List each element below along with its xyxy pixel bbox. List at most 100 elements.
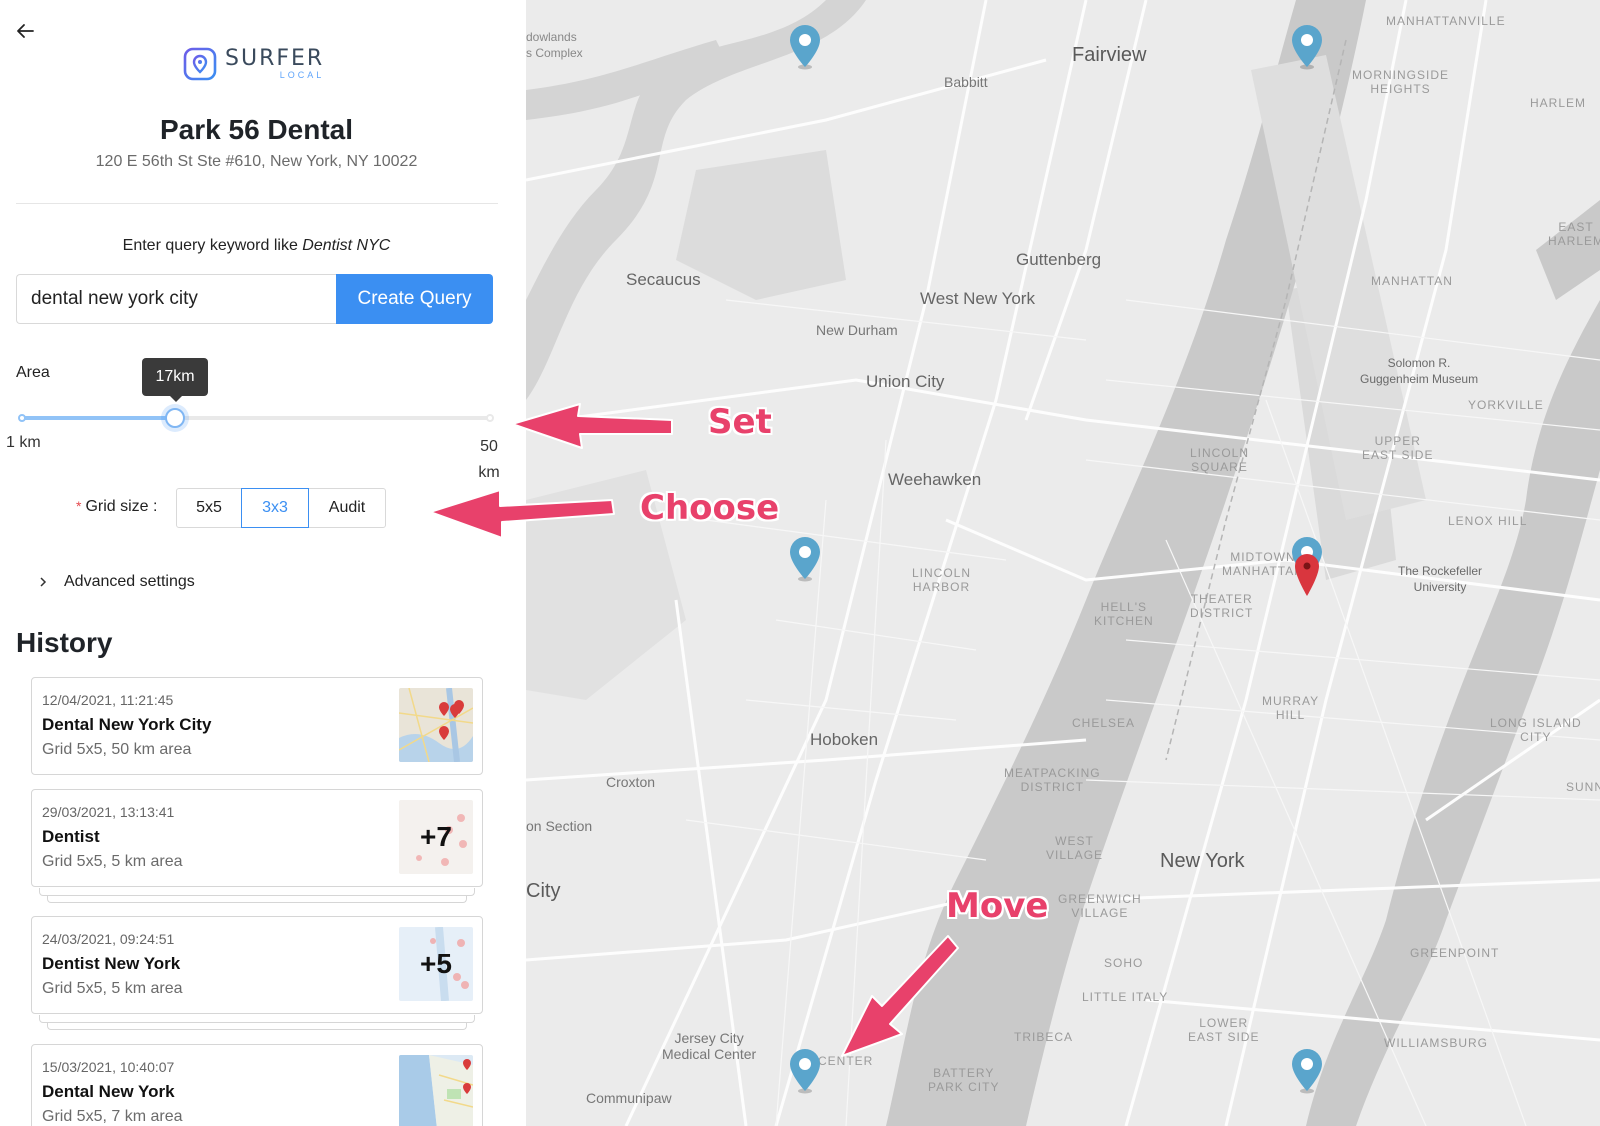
area-slider-fill bbox=[22, 416, 175, 420]
map-label: HARLEM bbox=[1530, 96, 1587, 110]
query-hint-example: Dentist NYC bbox=[302, 237, 391, 254]
map-label: BATTERY PARK CITY bbox=[928, 1066, 1000, 1095]
divider bbox=[16, 203, 498, 204]
slider-min-dot bbox=[18, 414, 26, 422]
map-label: Communipaw bbox=[586, 1090, 672, 1106]
map-label: HELL'S KITCHEN bbox=[1094, 600, 1154, 629]
surfer-local-logo: SURFER LOCAL bbox=[183, 44, 324, 84]
map-label: Croxton bbox=[606, 774, 656, 790]
map-thumbnail bbox=[399, 688, 473, 762]
grid-size-selector: 5x5 3x3 Audit bbox=[176, 488, 386, 528]
grid-size-label-text: Grid size : bbox=[85, 498, 158, 515]
map-label: dowlands s Complex bbox=[526, 30, 583, 60]
map-label: New York bbox=[1160, 850, 1245, 872]
grid-point-pin-icon[interactable] bbox=[788, 24, 822, 70]
map-label: The Rockefeller University bbox=[1398, 564, 1483, 594]
annotation-set: Set bbox=[708, 402, 772, 442]
history-card-stack bbox=[39, 888, 475, 896]
history-subtitle: Grid 5x5, 5 km area bbox=[42, 980, 183, 997]
history-title-text: Dentist New York bbox=[42, 954, 181, 973]
map-thumbnail: +5 bbox=[399, 927, 473, 1001]
query-hint: Enter query keyword like Dentist NYC bbox=[0, 237, 513, 255]
map-label: THEATER DISTRICT bbox=[1190, 592, 1254, 621]
history-card[interactable]: 24/03/2021, 09:24:51 Dentist New York Gr… bbox=[31, 916, 483, 1014]
history-title-text: Dental New York bbox=[42, 1082, 175, 1101]
query-hint-prefix: Enter query keyword like bbox=[122, 237, 303, 254]
sidebar: SURFER LOCAL Park 56 Dental 120 E 56th S… bbox=[0, 0, 526, 1126]
history-card-stack bbox=[47, 895, 467, 903]
map-label: West New York bbox=[920, 289, 1035, 308]
grid-point-pin-icon[interactable] bbox=[788, 536, 822, 582]
map-label: on Section bbox=[526, 818, 593, 834]
back-arrow-icon[interactable] bbox=[14, 20, 36, 42]
map-label: MANHATTANVILLE bbox=[1386, 14, 1506, 28]
required-asterisk: * bbox=[76, 498, 82, 514]
history-subtitle: Grid 5x5, 50 km area bbox=[42, 741, 192, 758]
history-extra-count: +7 bbox=[420, 821, 452, 852]
map-label: LONG ISLAND CITY bbox=[1490, 716, 1582, 745]
chevron-right-icon bbox=[40, 577, 47, 587]
area-slider-handle[interactable] bbox=[164, 408, 185, 428]
slider-min-label: 1 km bbox=[6, 434, 41, 451]
logo-sub: LOCAL bbox=[279, 70, 325, 80]
history-subtitle: Grid 5x5, 7 km area bbox=[42, 1108, 183, 1125]
map-label: Solomon R. Guggenheim Museum bbox=[1360, 356, 1479, 386]
history-extra-count: +5 bbox=[420, 948, 452, 979]
location-logo-icon bbox=[183, 47, 217, 81]
create-query-button[interactable]: Create Query bbox=[336, 274, 493, 324]
map-label: UPPER EAST SIDE bbox=[1362, 434, 1434, 463]
map-label: Weehawken bbox=[888, 470, 982, 489]
map-label: CENTER bbox=[818, 1054, 874, 1068]
query-keyword-input[interactable] bbox=[16, 274, 336, 324]
map-label: LINCOLN SQUARE bbox=[1190, 446, 1250, 475]
map-thumbnail: +7 bbox=[399, 800, 473, 874]
map-label: GREENPOINT bbox=[1410, 946, 1500, 960]
map-label: Fairview bbox=[1072, 44, 1147, 66]
tooltip-arrow bbox=[170, 396, 182, 402]
map-label: Babbitt bbox=[944, 74, 988, 90]
advanced-settings-toggle[interactable]: Advanced settings bbox=[36, 573, 195, 591]
map-label: LOWER EAST SIDE bbox=[1188, 1016, 1260, 1045]
map-label: TRIBECA bbox=[1014, 1030, 1074, 1044]
history-card-stack bbox=[39, 1015, 475, 1023]
map-label: WILLIAMSBURG bbox=[1384, 1036, 1489, 1050]
grid-point-pin-icon[interactable] bbox=[788, 1048, 822, 1094]
map-label: Jersey City Medical Center bbox=[662, 1030, 757, 1063]
history-date: 29/03/2021, 13:13:41 bbox=[42, 804, 175, 820]
history-date: 15/03/2021, 10:40:07 bbox=[42, 1059, 175, 1075]
grid-point-pin-icon[interactable] bbox=[1290, 1048, 1324, 1094]
map-label: MEATPACKING DISTRICT bbox=[1004, 766, 1101, 795]
history-subtitle: Grid 5x5, 5 km area bbox=[42, 853, 183, 870]
map-label: WEST VILLAGE bbox=[1046, 834, 1104, 863]
history-card-stack bbox=[47, 1022, 467, 1030]
grid-size-label: * Grid size : bbox=[76, 498, 157, 516]
slider-max-label: 50 km bbox=[478, 438, 500, 481]
grid-point-pin-icon[interactable] bbox=[1290, 24, 1324, 70]
map-panel[interactable]: Fairview Babbitt Secaucus Guttenberg Wes… bbox=[526, 0, 1600, 1126]
business-location-pin-icon[interactable] bbox=[1292, 552, 1322, 598]
history-title: History bbox=[16, 627, 113, 658]
map-label: LITTLE ITALY bbox=[1082, 990, 1169, 1004]
grid-option-5x5[interactable]: 5x5 bbox=[176, 488, 242, 528]
map-label: Union City bbox=[866, 372, 945, 391]
map-label: MANHATTAN bbox=[1371, 274, 1453, 288]
grid-option-3x3[interactable]: 3x3 bbox=[241, 488, 309, 528]
map-label: SOHO bbox=[1104, 956, 1144, 970]
area-label: Area bbox=[16, 364, 50, 381]
history-title-text: Dentist bbox=[42, 827, 100, 846]
map-label: LENOX HILL bbox=[1448, 514, 1528, 528]
history-card[interactable]: 12/04/2021, 11:21:45 Dental New York Cit… bbox=[31, 677, 483, 775]
history-title-text: Dental New York City bbox=[42, 715, 212, 734]
business-name: Park 56 Dental bbox=[160, 114, 353, 145]
map-label: YORKVILLE bbox=[1468, 398, 1544, 412]
map-label: SUNN bbox=[1566, 780, 1600, 794]
map-label: MORNINGSIDE HEIGHTS bbox=[1352, 68, 1450, 97]
annotation-choose: Choose bbox=[640, 488, 780, 528]
map-label: Secaucus bbox=[626, 270, 701, 289]
map-label: Hoboken bbox=[810, 730, 879, 749]
slider-max-dot bbox=[486, 414, 494, 422]
history-card[interactable]: 15/03/2021, 10:40:07 Dental New York Gri… bbox=[31, 1044, 483, 1126]
history-date: 24/03/2021, 09:24:51 bbox=[42, 931, 175, 947]
grid-option-audit[interactable]: Audit bbox=[308, 488, 386, 528]
history-card[interactable]: 29/03/2021, 13:13:41 Dentist Grid 5x5, 5… bbox=[31, 789, 483, 887]
